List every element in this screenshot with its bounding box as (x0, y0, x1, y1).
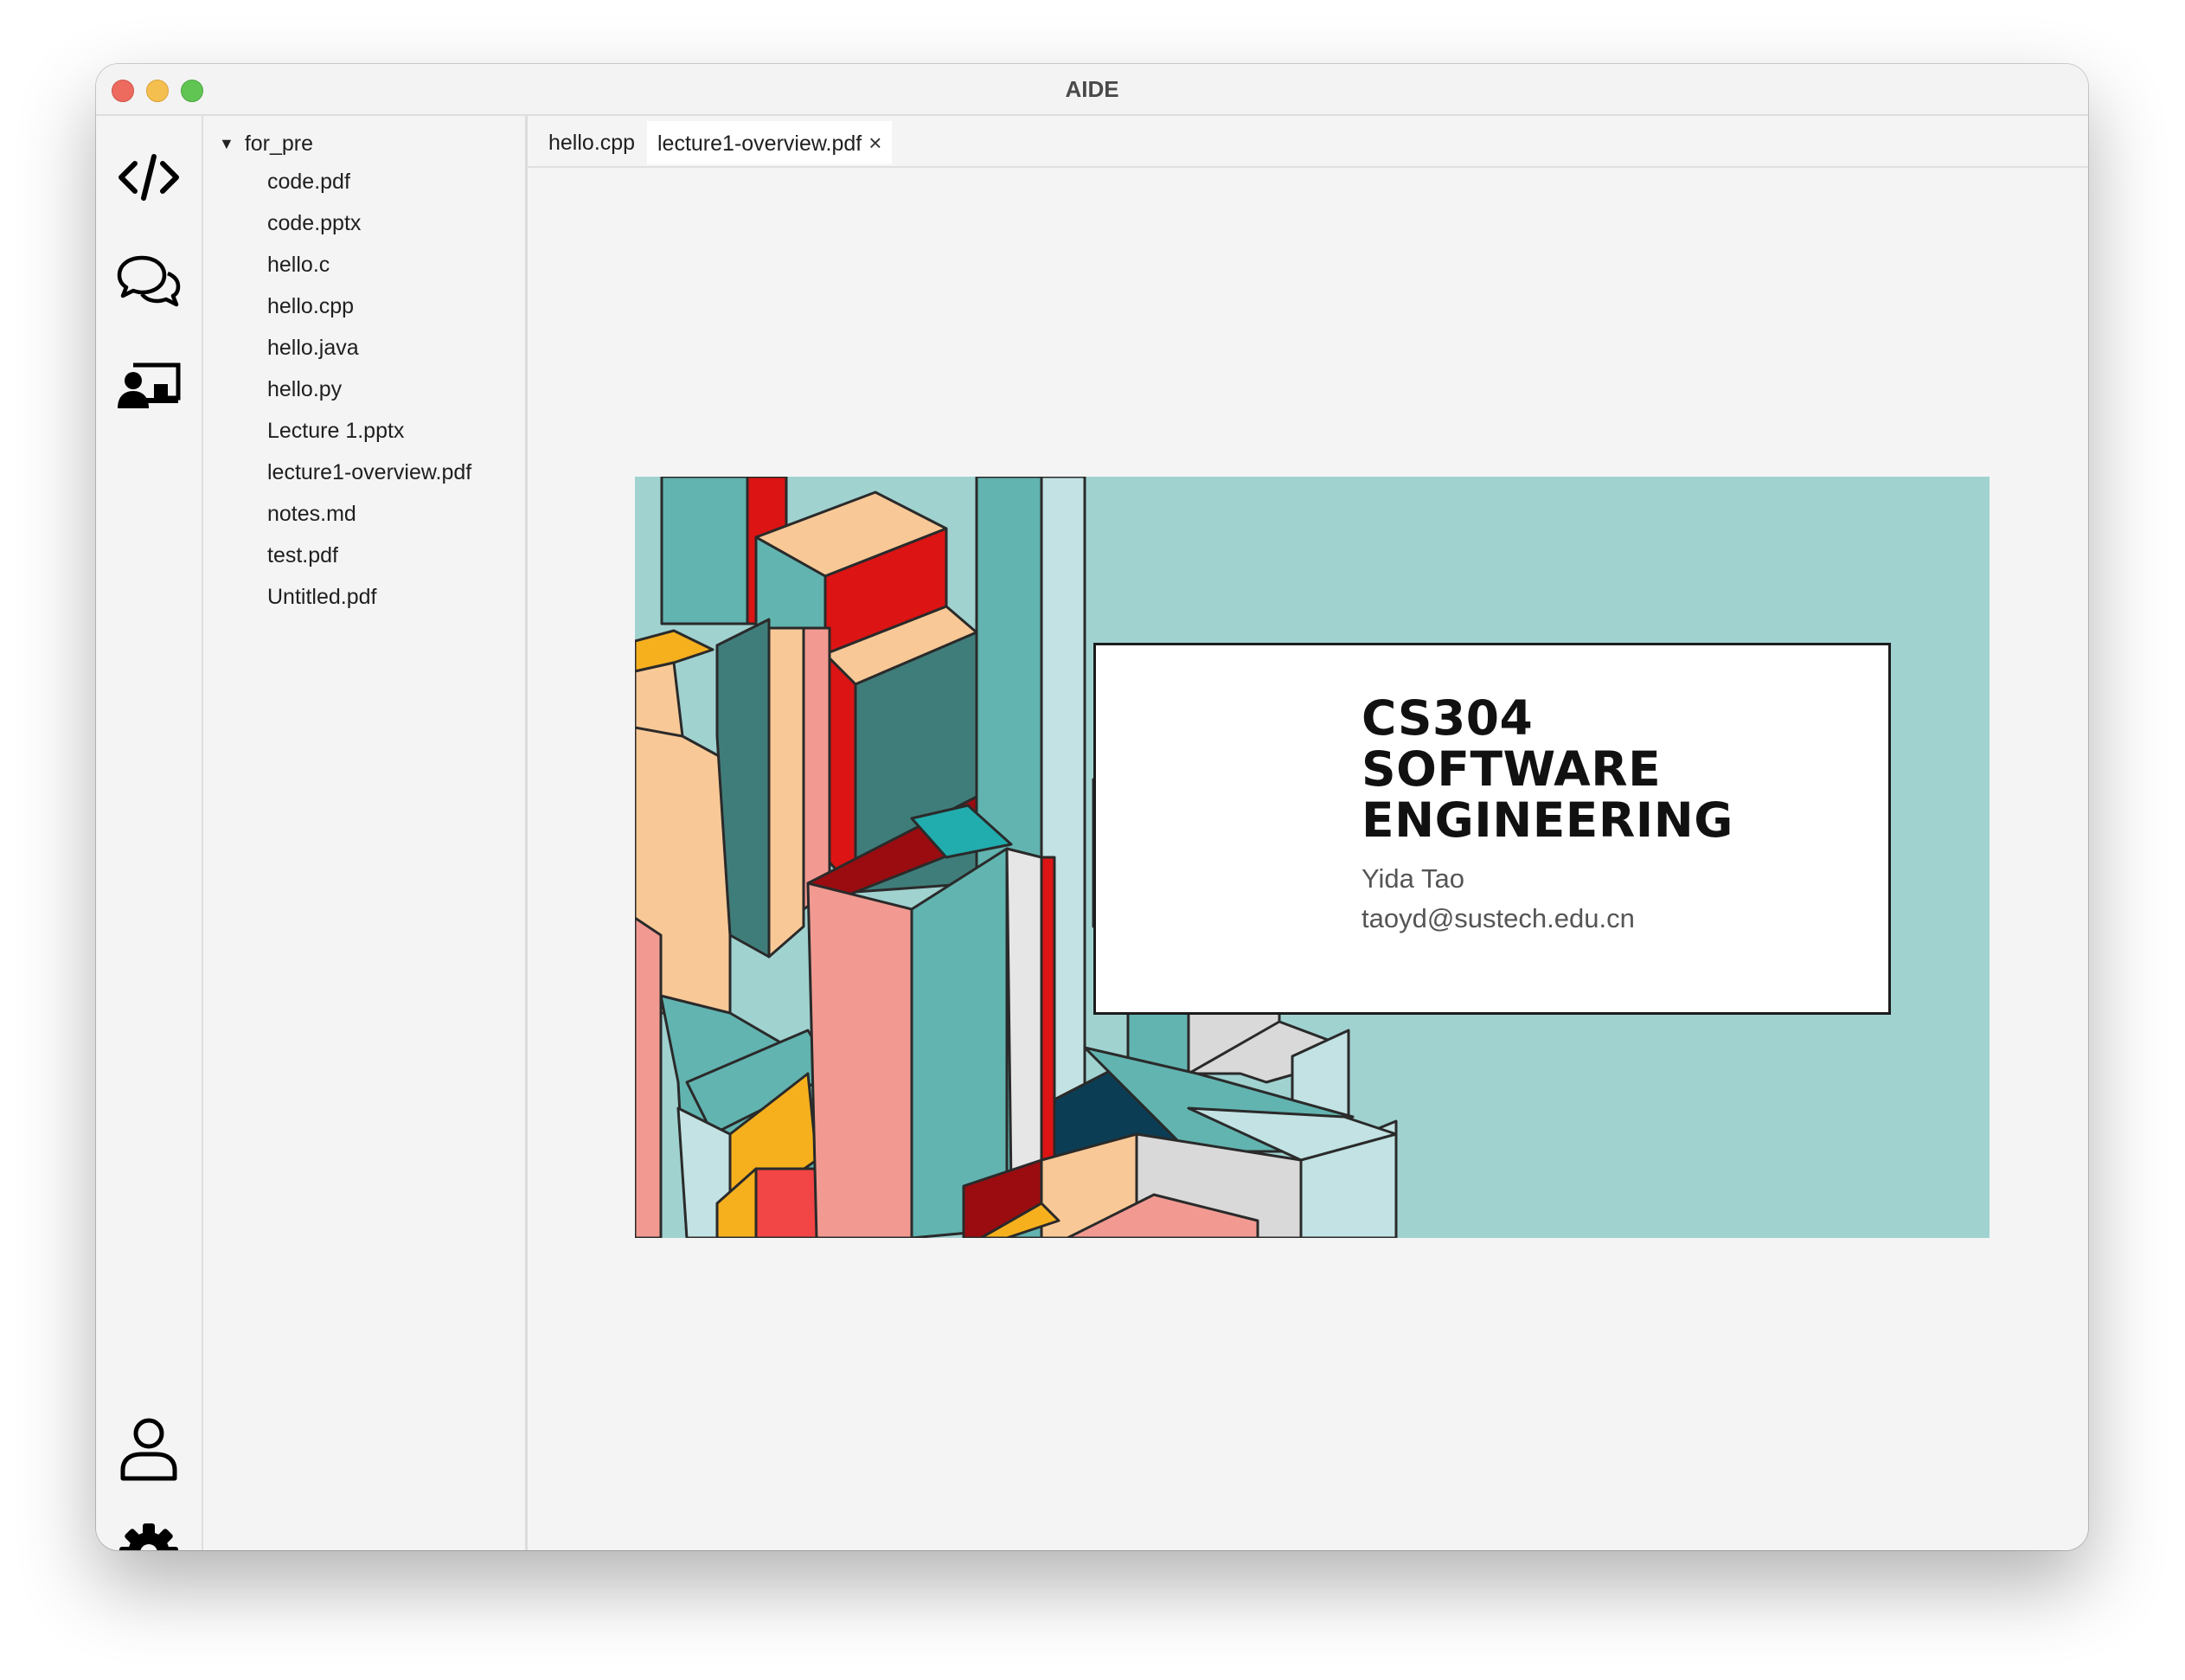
tab-lecture1-overview-pdf[interactable]: lecture1-overview.pdf × (647, 121, 893, 164)
settings-icon[interactable] (113, 1517, 184, 1550)
file-list: code.pdf code.pptx hello.c hello.cpp hel… (267, 161, 471, 618)
file-item[interactable]: test.pdf (267, 535, 471, 576)
window-title: AIDE (1065, 76, 1119, 102)
file-item[interactable]: code.pptx (267, 202, 471, 244)
presentation-icon[interactable] (113, 349, 184, 420)
folder-for-pre[interactable]: ▼ for_pre (219, 126, 313, 161)
close-tab-icon[interactable]: × (868, 121, 881, 164)
slide-title-box: CS304 SOFTWARE ENGINEERING Yida Tao taoy… (1093, 643, 1891, 1015)
tab-label: lecture1-overview.pdf (657, 131, 862, 156)
file-item[interactable]: hello.py (267, 369, 471, 410)
app-window: AIDE ▼ for_pre code.pdf code.pptx hello.… (96, 64, 2088, 1550)
file-item[interactable]: hello.c (267, 244, 471, 285)
tab-bar: hello.cpp lecture1-overview.pdf × (528, 116, 2088, 168)
chat-icon[interactable] (113, 246, 184, 317)
editor-area: hello.cpp lecture1-overview.pdf × CS304 … (528, 116, 2088, 1550)
code-icon[interactable] (113, 142, 184, 213)
activity-bar (96, 116, 203, 1550)
file-item[interactable]: notes.md (267, 493, 471, 535)
slide-author: Yida Tao (1362, 863, 1464, 894)
slide-email: taoyd@sustech.edu.cn (1362, 903, 1635, 933)
file-item[interactable]: hello.cpp (267, 285, 471, 327)
account-icon[interactable] (113, 1414, 184, 1484)
folder-label: for_pre (244, 131, 314, 156)
title-bar: AIDE (96, 64, 2088, 116)
tab-label: hello.cpp (548, 131, 636, 155)
file-item[interactable]: Lecture 1.pptx (267, 410, 471, 452)
file-item[interactable]: Untitled.pdf (267, 576, 471, 618)
file-explorer: ▼ for_pre code.pdf code.pptx hello.c hel… (203, 116, 528, 1550)
slide-title: CS304 SOFTWARE ENGINEERING (1362, 690, 1733, 848)
file-item[interactable]: hello.java (267, 327, 471, 369)
tab-hello-cpp[interactable]: hello.cpp (538, 121, 645, 164)
file-item[interactable]: lecture1-overview.pdf (267, 452, 471, 493)
file-item[interactable]: code.pdf (267, 161, 471, 202)
pdf-slide-preview: CS304 SOFTWARE ENGINEERING Yida Tao taoy… (635, 477, 1990, 1238)
caret-down-icon: ▼ (219, 134, 234, 152)
